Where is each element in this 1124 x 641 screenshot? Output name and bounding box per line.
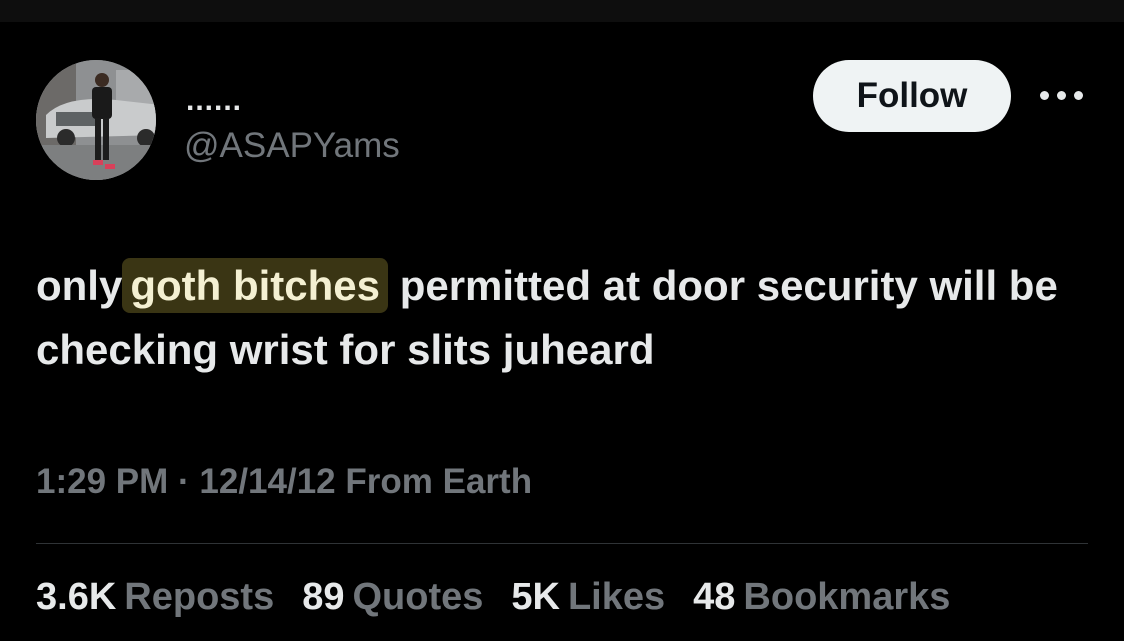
tweet-meta: 1:29 PM · 12/14/12 From Earth [36,462,532,502]
stat-value: 89 [302,576,345,618]
author-display-name[interactable]: ...... [186,84,242,118]
follow-button[interactable]: Follow [813,60,1011,132]
tweet-date[interactable]: 12/14/12 [199,462,335,501]
stat-label: Likes [567,576,666,618]
more-dots-icon[interactable] [1040,82,1084,112]
stat-bookmarks[interactable]: 48 Bookmarks [693,576,950,619]
engagement-stats: 3.6K Reposts 89 Quotes 5K Likes 48 Bookmarks [36,576,978,619]
tweet-text-highlight: goth bitches [122,258,389,313]
top-bar [0,0,1124,22]
tweet-source: From Earth [345,462,533,501]
stat-label: Bookmarks [743,576,951,618]
dot [1074,91,1083,100]
stat-quotes[interactable]: 89 Quotes [302,576,483,619]
dot [1040,91,1049,100]
stat-reposts[interactable]: 3.6K Reposts [36,576,274,619]
meta-separator: · [178,462,190,501]
stat-value: 3.6K [36,576,117,618]
tweet-text: only goth bitches permitted at door secur… [36,254,1096,382]
divider [36,543,1088,544]
tweet-text-before: only [36,262,123,309]
avatar[interactable] [36,60,156,180]
author-handle[interactable]: @ASAPYams [184,126,400,166]
dot [1057,91,1066,100]
stat-likes[interactable]: 5K Likes [511,576,665,619]
stat-value: 48 [693,576,736,618]
stat-value: 5K [511,576,560,618]
stat-label: Reposts [124,576,275,618]
tweet-time[interactable]: 1:29 PM [36,462,168,501]
stat-label: Quotes [352,576,484,618]
avatar-photo [36,60,156,180]
